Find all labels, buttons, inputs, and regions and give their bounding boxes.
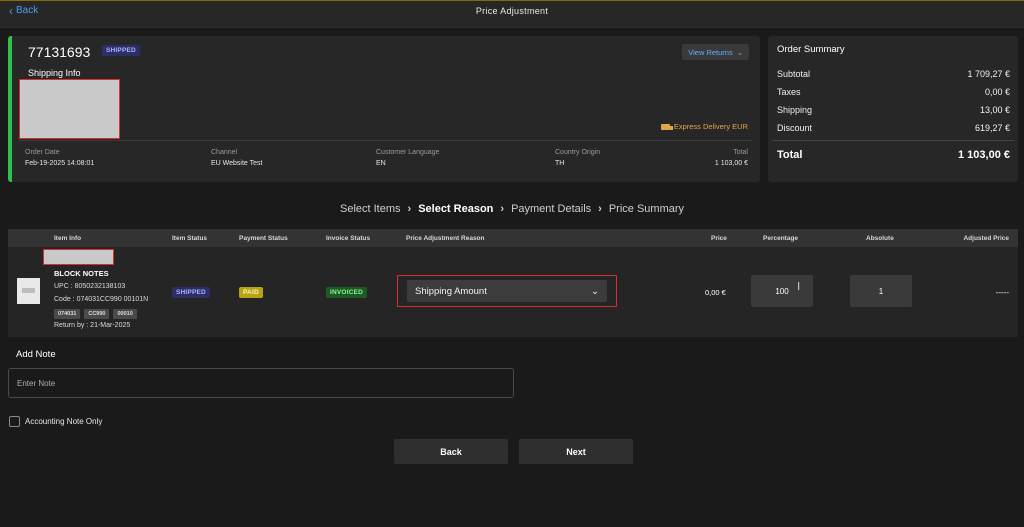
- item-price: 0,00 €: [705, 288, 726, 297]
- product-thumbnail: [17, 278, 40, 304]
- percentage-input[interactable]: 100: [751, 275, 813, 307]
- meta-label: Customer Language: [376, 149, 440, 156]
- col-absolute: Absolute: [866, 235, 894, 242]
- reason-select[interactable]: Shipping Amount ⌄: [407, 280, 607, 302]
- stepper: Select Items › Select Reason › Payment D…: [0, 203, 1024, 215]
- col-reason: Price Adjustment Reason: [406, 235, 485, 242]
- absolute-input[interactable]: 1: [850, 275, 912, 307]
- col-invoice-status: Invoice Status: [326, 235, 371, 242]
- meta-label: Country Origin: [555, 149, 601, 156]
- summary-total-label: Total: [777, 149, 803, 161]
- back-button[interactable]: Back: [394, 439, 508, 464]
- meta-value: 1 103,00 €: [714, 160, 748, 167]
- page-title: Price Adjustment: [475, 6, 549, 16]
- invoice-status-badge: INVOICED: [326, 287, 368, 298]
- item-status-badge: SHIPPED: [172, 287, 210, 298]
- meta-customer-language: Customer Language EN: [376, 149, 439, 167]
- view-returns-button[interactable]: View Returns ⌄: [682, 44, 749, 60]
- summary-row-subtotal: Subtotal 1 709,27 €: [777, 69, 1010, 79]
- top-bar: ‹ Back Price Adjustment: [0, 0, 1024, 28]
- chevron-down-icon: ⌄: [736, 47, 743, 57]
- payment-status-badge: PAID: [239, 287, 263, 298]
- chevron-right-icon: ›: [407, 203, 412, 215]
- summary-value: 0,00 €: [984, 87, 1010, 97]
- meta-channel: Channel EU Website Test: [211, 149, 263, 167]
- meta-value: EU Website Test: [211, 160, 263, 167]
- order-summary-title: Order Summary: [777, 44, 845, 55]
- adjusted-price: -----: [995, 288, 1009, 297]
- item-return-by: Return by : 21-Mar-2025: [54, 322, 131, 329]
- order-card: 77131693 SHIPPED Shipping Info View Retu…: [8, 36, 760, 182]
- summary-value: 1 709,27 €: [967, 69, 1010, 79]
- summary-label: Taxes: [777, 87, 801, 97]
- shipping-info-label: Shipping Info: [28, 68, 81, 78]
- table-row: BLOCK NOTES UPC : 8050232138103 Code : 0…: [8, 247, 1018, 337]
- meta-order-date: Order Date Feb-19-2025 14:08:01: [25, 149, 94, 167]
- col-price: Price: [711, 235, 727, 242]
- order-number: 77131693: [28, 44, 91, 60]
- item-code: Code : 074031CC990 00101N: [54, 296, 149, 303]
- meta-value: Feb-19-2025 14:08:01: [25, 160, 95, 167]
- truck-icon: [660, 123, 673, 130]
- add-note-label: Add Note: [16, 349, 56, 360]
- summary-value: 13,00 €: [979, 105, 1010, 115]
- summary-total-value: 1 103,00 €: [958, 149, 1010, 161]
- col-item-status: Item Status: [172, 235, 208, 242]
- chevron-right-icon: ›: [500, 203, 505, 215]
- accounting-note-checkbox[interactable]: [9, 416, 20, 427]
- col-adjusted-price: Adjusted Price: [963, 235, 1009, 242]
- meta-value: TH: [555, 160, 565, 167]
- meta-total: Total 1 103,00 €: [715, 149, 748, 167]
- item-chip: 074031: [54, 309, 81, 319]
- meta-country-origin: Country Origin TH: [555, 149, 600, 167]
- summary-row-shipping: Shipping 13,00 €: [777, 105, 1010, 115]
- item-upc: UPC : 8050232138103: [54, 283, 126, 290]
- summary-label: Discount: [777, 123, 813, 133]
- accounting-note-label: Accounting Note Only: [25, 417, 103, 426]
- meta-value: EN: [376, 160, 386, 167]
- item-name: BLOCK NOTES: [54, 269, 109, 278]
- chevron-down-icon: ⌄: [591, 285, 599, 297]
- text-cursor-icon: I: [797, 280, 801, 293]
- table-header: Item Info Item Status Payment Status Inv…: [8, 229, 1018, 247]
- note-input[interactable]: [8, 368, 514, 398]
- item-chip: 00010: [113, 309, 137, 319]
- chevron-right-icon: ›: [598, 203, 602, 215]
- delivery-method-label: Express Delivery EUR: [673, 122, 748, 131]
- view-returns-label: View Returns: [688, 47, 733, 57]
- summary-row-taxes: Taxes 0,00 €: [777, 87, 1010, 97]
- order-status-badge: SHIPPED: [102, 45, 140, 56]
- summary-label: Subtotal: [777, 69, 811, 79]
- col-percentage: Percentage: [763, 235, 799, 242]
- step-price-summary[interactable]: Price Summary: [609, 203, 684, 215]
- items-table: Item Info Item Status Payment Status Inv…: [8, 229, 1018, 337]
- delivery-method: Express Delivery EUR: [660, 122, 748, 131]
- meta-label: Order Date: [25, 149, 60, 156]
- step-select-reason[interactable]: Select Reason: [418, 203, 493, 215]
- step-select-items[interactable]: Select Items: [340, 203, 401, 215]
- col-payment-status: Payment Status: [239, 235, 288, 242]
- divider: [18, 140, 752, 141]
- accounting-note-row: Accounting Note Only: [9, 416, 102, 427]
- summary-row-total: Total 1 103,00 €: [777, 149, 1010, 161]
- summary-row-discount: Discount 619,27 €: [777, 123, 1010, 133]
- summary-divider: [772, 140, 1014, 141]
- redacted-address: [19, 79, 120, 139]
- redacted-item-label: [43, 249, 114, 265]
- next-button[interactable]: Next: [519, 439, 633, 464]
- reason-select-value: Shipping Amount: [415, 285, 487, 297]
- reason-highlight: Shipping Amount ⌄: [397, 275, 617, 307]
- meta-label: Total: [733, 149, 748, 156]
- summary-label: Shipping: [777, 105, 813, 115]
- item-chips: 074031 CC990 00010: [54, 309, 137, 319]
- summary-value: 619,27 €: [974, 123, 1010, 133]
- col-item-info: Item Info: [54, 235, 82, 242]
- meta-label: Channel: [211, 149, 238, 156]
- step-payment-details[interactable]: Payment Details: [511, 203, 591, 215]
- order-summary-card: Order Summary Subtotal 1 709,27 € Taxes …: [768, 36, 1018, 182]
- item-chip: CC990: [84, 309, 110, 319]
